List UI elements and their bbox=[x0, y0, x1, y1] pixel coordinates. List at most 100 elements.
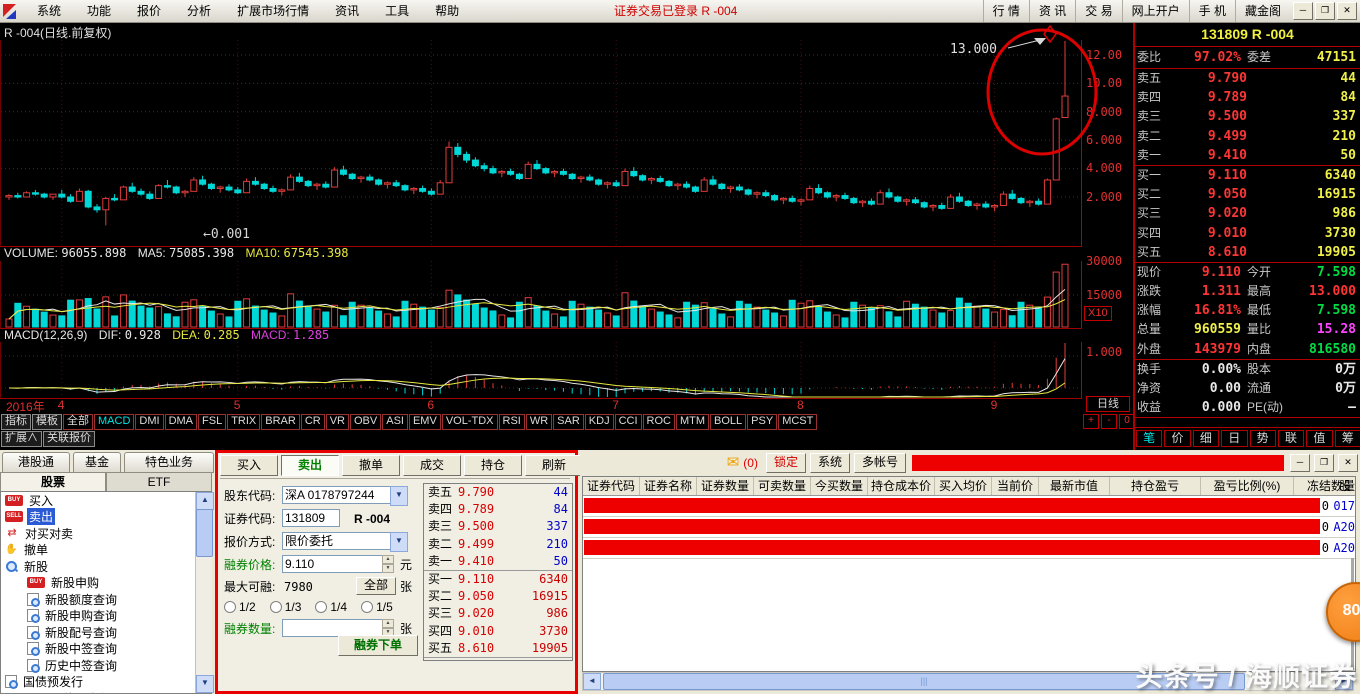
indicator-tab-kdj[interactable]: KDJ bbox=[584, 413, 614, 430]
indicator-tab-rsi[interactable]: RSI bbox=[498, 413, 525, 430]
column-header-12[interactable]: 股 bbox=[1335, 477, 1355, 495]
book-ask-row[interactable]: 卖五 9.790 44 bbox=[424, 484, 572, 501]
column-header-1[interactable]: 证券名称 bbox=[640, 477, 697, 495]
panel-close-button[interactable]: ✕ bbox=[1338, 454, 1358, 472]
menu-0[interactable]: 系统 bbox=[24, 4, 74, 18]
right-menu-4[interactable]: 手 机 bbox=[1188, 0, 1235, 22]
quote-tab-日[interactable]: 日 bbox=[1221, 430, 1248, 447]
indicator-tab-trix[interactable]: TRIX bbox=[227, 413, 261, 430]
sidebar-item-卖出[interactable]: SELL 卖出 bbox=[1, 508, 211, 526]
quote-tab-筹[interactable]: 筹 bbox=[1334, 430, 1360, 447]
window-restore-button[interactable]: ❐ bbox=[1315, 2, 1335, 20]
quote-tab-势[interactable]: 势 bbox=[1249, 430, 1276, 447]
indicator-tab-obv[interactable]: OBV bbox=[350, 413, 382, 430]
column-header-7[interactable]: 当前价 bbox=[992, 477, 1039, 495]
indicator-tab-cci[interactable]: CCI bbox=[614, 413, 642, 430]
menu-1[interactable]: 功能 bbox=[74, 4, 124, 18]
indicator-tab-psy[interactable]: PSY bbox=[747, 413, 778, 430]
bid-level[interactable]: 买二 9.050 16915 bbox=[1135, 185, 1360, 204]
menu-4[interactable]: 扩展市场行情 bbox=[224, 4, 322, 18]
indicator-tab-brar[interactable]: BRAR bbox=[261, 413, 300, 430]
price-input[interactable]: 9.110 bbox=[282, 555, 384, 573]
menu-2[interactable]: 报价 bbox=[124, 4, 174, 18]
sidebar-item-新股申购查询[interactable]: 新股申购查询 bbox=[1, 608, 211, 625]
fraction-radio-1-3[interactable]: 1/3 bbox=[269, 598, 301, 616]
ask-level[interactable]: 卖二 9.499 210 bbox=[1135, 127, 1360, 146]
indicator-meta-tab[interactable]: 模板 bbox=[32, 413, 62, 430]
right-menu-1[interactable]: 资 讯 bbox=[1028, 0, 1075, 22]
column-header-5[interactable]: 持仓成本价 bbox=[868, 477, 935, 495]
bid-level[interactable]: 买一 9.110 6340 bbox=[1135, 166, 1360, 185]
type-tab-ETF[interactable]: ETF bbox=[106, 472, 212, 493]
ask-level[interactable]: 卖四 9.789 84 bbox=[1135, 88, 1360, 107]
quote-tab-细[interactable]: 细 bbox=[1192, 430, 1220, 447]
sidebar-item-新股中签查询[interactable]: 新股中签查询 bbox=[1, 641, 211, 658]
book-bid-row[interactable]: 买四 9.010 3730 bbox=[424, 623, 572, 640]
indicator-tab-vr[interactable]: VR bbox=[325, 413, 349, 430]
ask-level[interactable]: 卖三 9.500 337 bbox=[1135, 107, 1360, 126]
right-menu-2[interactable]: 交 易 bbox=[1075, 0, 1121, 22]
book-ask-row[interactable]: 卖一 9.410 50 bbox=[424, 553, 572, 570]
spin-up-icon[interactable]: ▲ bbox=[382, 555, 394, 564]
sidebar-item-新股额度查询[interactable]: 新股额度查询 bbox=[1, 591, 211, 608]
book-bid-row[interactable]: 买五 8.610 19905 bbox=[424, 640, 572, 657]
book-bid-row[interactable]: 买一 9.110 6340 bbox=[424, 571, 572, 588]
indicator-tab-mcst[interactable]: MCST bbox=[778, 413, 818, 430]
indicator-tab-asi[interactable]: ASI bbox=[382, 413, 408, 430]
sidebar-item-新股申购[interactable]: BUY 新股申购 bbox=[1, 575, 211, 592]
scroll-left-icon[interactable]: ◄ bbox=[583, 673, 601, 690]
position-row[interactable]: 0 A20 bbox=[583, 538, 1355, 559]
chart-subtab[interactable]: 关联报价 bbox=[43, 430, 95, 447]
max-all-button[interactable]: 全部 bbox=[356, 577, 396, 595]
holder-dropdown-icon[interactable]: ▼ bbox=[390, 486, 408, 506]
spin-down-icon[interactable]: ▼ bbox=[382, 564, 394, 573]
candlestick-pane[interactable] bbox=[0, 40, 1082, 247]
fraction-radio-1-4[interactable]: 1/4 bbox=[315, 598, 347, 616]
indicator-tab-dma[interactable]: DMA bbox=[164, 413, 198, 430]
panel-restore-button[interactable]: ❐ bbox=[1314, 454, 1334, 472]
column-header-0[interactable]: 证券代码 bbox=[583, 477, 640, 495]
sidebar-item-对买对卖[interactable]: ⇄ 对买对卖 bbox=[1, 525, 211, 542]
system-button[interactable]: 系统 bbox=[809, 453, 850, 473]
indicator-tab-全部[interactable]: 全部 bbox=[63, 413, 93, 430]
bid-level[interactable]: 买五 8.610 19905 bbox=[1135, 243, 1360, 262]
quote-tab-值[interactable]: 值 bbox=[1306, 430, 1333, 447]
column-header-9[interactable]: 持仓盈亏 bbox=[1110, 477, 1201, 495]
right-menu-0[interactable]: 行 情 bbox=[982, 0, 1029, 22]
column-header-4[interactable]: 今买数量 bbox=[811, 477, 868, 495]
indicator-tab-sar[interactable]: SAR bbox=[553, 413, 584, 430]
quote-tab-笔[interactable]: 笔 bbox=[1136, 430, 1163, 447]
spin-up-icon[interactable]: ▲ bbox=[382, 619, 394, 628]
indicator-tab-emv[interactable]: EMV bbox=[408, 413, 441, 430]
column-header-6[interactable]: 买入均价 bbox=[935, 477, 992, 495]
multi-account-button[interactable]: 多帐号 bbox=[853, 453, 906, 473]
column-header-3[interactable]: 可卖数量 bbox=[754, 477, 811, 495]
fraction-radio-1-2[interactable]: 1/2 bbox=[224, 598, 256, 616]
quote-tab-联[interactable]: 联 bbox=[1277, 430, 1305, 447]
code-input[interactable]: 131809 bbox=[282, 509, 340, 527]
indicator-tab-vol-tdx[interactable]: VOL-TDX bbox=[441, 413, 498, 430]
right-menu-3[interactable]: 网上开户 bbox=[1121, 0, 1189, 22]
category-tab-2[interactable]: 特色业务 bbox=[124, 452, 214, 473]
ask-level[interactable]: 卖五 9.790 44 bbox=[1135, 69, 1360, 88]
type-tab-股票[interactable]: 股票 bbox=[0, 472, 106, 493]
menu-6[interactable]: 工具 bbox=[372, 4, 422, 18]
indicator-tab-roc[interactable]: ROC bbox=[642, 413, 675, 430]
book-bid-row[interactable]: 买三 9.020 986 bbox=[424, 605, 572, 622]
sidebar-item-新股配号查询[interactable]: 新股配号查询 bbox=[1, 624, 211, 641]
menu-7[interactable]: 帮助 bbox=[422, 4, 472, 18]
indicator-tab-cr[interactable]: CR bbox=[300, 413, 325, 430]
fraction-radio-1-5[interactable]: 1/5 bbox=[361, 598, 393, 616]
indicator-tab-macd[interactable]: MACD bbox=[94, 413, 135, 430]
macd-pane[interactable] bbox=[0, 342, 1082, 399]
category-tab-1[interactable]: 基金 bbox=[73, 452, 121, 473]
sidebar-item-新股[interactable]: 新股 bbox=[1, 558, 211, 575]
trade-tab-卖出[interactable]: 卖出 bbox=[281, 455, 339, 476]
category-tab-0[interactable]: 港股通 bbox=[2, 452, 70, 473]
bid-level[interactable]: 买三 9.020 986 bbox=[1135, 204, 1360, 223]
indicator-tab-fsl[interactable]: FSL bbox=[198, 413, 227, 430]
book-bid-row[interactable]: 买二 9.050 16915 bbox=[424, 588, 572, 605]
book-ask-row[interactable]: 卖三 9.500 337 bbox=[424, 518, 572, 535]
position-row[interactable]: 0 A20 bbox=[583, 517, 1355, 538]
tree-scrollbar[interactable]: ▲ ▼ bbox=[195, 492, 214, 693]
